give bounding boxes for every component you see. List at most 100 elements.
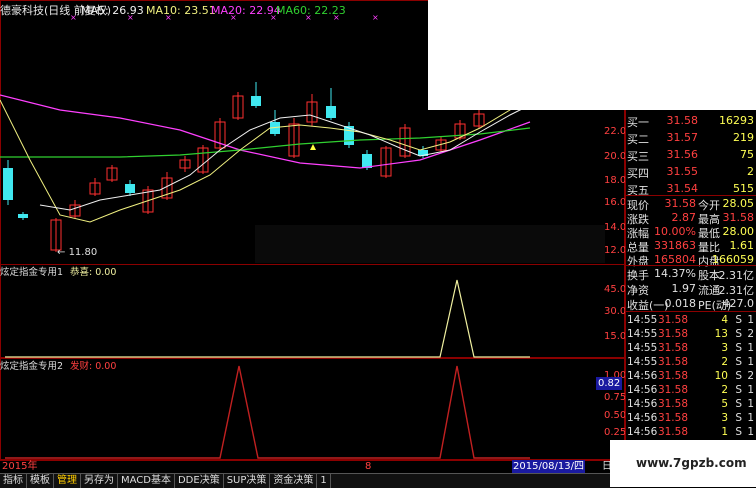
order-price: 31.58 [666, 114, 699, 127]
bottom-tab-0[interactable]: 指标 [0, 474, 27, 488]
tick-side: S [735, 314, 742, 326]
tick-count: 2 [747, 370, 754, 382]
indicator2-chart[interactable] [0, 358, 625, 460]
tick-row: 14:55 31.58 13 S 2 [625, 327, 756, 341]
order-volume: 2 [747, 165, 754, 178]
tick-volume: 1 [721, 426, 728, 438]
order-label: 买二 [627, 133, 649, 146]
bottom-tab-bar: 指标 模板 管理 另存为 MACD基本 DDE决策 SUP决策 资金决策 1 [0, 473, 620, 488]
top-marker-7: × [372, 13, 379, 22]
order-volume: 75 [740, 148, 754, 161]
stat-value: 14.37% [654, 267, 696, 280]
ma10-label: MA10: 23.51 [146, 4, 216, 17]
order-price: 31.57 [666, 131, 699, 144]
bottom-tab-2[interactable]: 管理 [54, 474, 81, 488]
order-volume: 515 [733, 182, 754, 195]
ma10-line [0, 94, 531, 223]
ma60-label: MA60: 22.23 [276, 4, 346, 17]
order-book-row: 买二 31.57 219 [625, 129, 756, 146]
time-axis-mid: 8 [365, 461, 372, 472]
time-axis-start: 2015年 [2, 461, 38, 472]
stat-value: 0.018 [664, 297, 697, 310]
tick-row: 14:56 31.58 3 S 1 [625, 411, 756, 425]
time-axis-cursor-date: 2015/08/13/四 [512, 460, 586, 473]
tick-volume: 4 [721, 314, 728, 326]
bottom-tab-8[interactable]: 1 [317, 474, 331, 488]
tick-count: 1 [747, 426, 754, 438]
tick-side: S [735, 356, 742, 368]
tick-time: 14:55 [627, 356, 658, 368]
tick-volume: 3 [721, 342, 728, 354]
ma5-label: MA5: 26.93 [81, 4, 144, 17]
tick-count: 2 [747, 328, 754, 340]
indicator2-line [5, 365, 530, 459]
tick-count: 1 [747, 384, 754, 396]
tick-count: 1 [747, 398, 754, 410]
tick-volume: 13 [714, 328, 728, 340]
bottom-tab-5[interactable]: DDE决策 [175, 474, 224, 488]
order-book-row: 买一 31.58 16293 [625, 112, 756, 129]
tick-side: S [735, 398, 742, 410]
tick-row: 14:55 31.58 2 S 1 [625, 355, 756, 369]
low-price-label: ← 11.80 [57, 247, 98, 258]
watermark-text: www.7gpzb.com [636, 456, 747, 470]
tick-time: 14:56 [627, 412, 658, 424]
bottom-tab-3[interactable]: 另存为 [81, 474, 118, 488]
tick-price: 31.58 [657, 342, 688, 354]
tick-time: 14:55 [627, 342, 658, 354]
stat-value-2: 427.0 [722, 297, 755, 310]
tick-volume: 10 [714, 370, 728, 382]
bottom-tab-1[interactable]: 模板 [27, 474, 54, 488]
tick-side: S [735, 342, 742, 354]
order-label: 买一 [627, 116, 649, 129]
tick-count: 1 [747, 342, 754, 354]
ma20-label: MA20: 22.94 [211, 4, 281, 17]
order-price: 31.56 [666, 148, 699, 161]
tick-time: 14:55 [627, 314, 658, 326]
ma60-line [0, 127, 531, 158]
order-label: 买四 [627, 167, 649, 180]
blank-region [428, 0, 756, 110]
bottom-tab-7[interactable]: 资金决策 [270, 474, 318, 488]
stat-row: 收益(一) 0.018 PE(动) 427.0 [625, 295, 756, 312]
tick-price: 31.58 [657, 370, 688, 382]
tick-time: 14:56 [627, 398, 658, 410]
order-book-row: 买四 31.55 2 [625, 163, 756, 180]
bottom-tab-4[interactable]: MACD基本 [118, 474, 175, 488]
tick-row: 14:56 31.58 1 S 1 [625, 425, 756, 439]
tick-row: 14:56 31.58 2 S 1 [625, 383, 756, 397]
candle-body-17 [326, 106, 336, 118]
tick-row: 14:56 31.58 5 S 1 [625, 397, 756, 411]
indicator1-series-label: 恭喜: 0.00 [70, 267, 117, 278]
tick-count: 1 [747, 412, 754, 424]
tick-side: S [735, 412, 742, 424]
order-volume: 219 [733, 131, 754, 144]
tick-volume: 2 [721, 384, 728, 396]
candle-body-6 [125, 184, 135, 193]
indicator2-title: 炫定指金专用2 [0, 361, 64, 372]
order-book-row: 买三 31.56 75 [625, 146, 756, 163]
candle-body-19 [362, 154, 372, 168]
tick-time: 14:56 [627, 370, 658, 382]
tick-price: 31.58 [657, 384, 688, 396]
order-price: 31.54 [666, 182, 699, 195]
indicator1-line [5, 279, 530, 358]
info-overlay [255, 225, 605, 263]
tick-price: 31.58 [657, 328, 688, 340]
indicator2-axis-050: 0.50 [604, 410, 627, 421]
candle-body-1 [18, 214, 28, 218]
order-label: 买三 [627, 150, 649, 163]
indicator2-axis-075: 0.75 [604, 392, 627, 403]
tick-row: 14:55 31.58 3 S 1 [625, 341, 756, 355]
tick-row: 14:56 31.58 10 S 2 [625, 369, 756, 383]
bottom-tab-6[interactable]: SUP决策 [224, 474, 271, 488]
quote-divider-3 [625, 311, 756, 312]
tick-volume: 5 [721, 398, 728, 410]
tick-time: 14:55 [627, 328, 658, 340]
indicator1-title: 炫定指金专用1 [0, 267, 64, 278]
indicator2-axis-cursor: 0.82 [596, 377, 623, 390]
indicator2-series-label: 发财: 0.00 [70, 361, 117, 372]
order-price: 31.55 [666, 165, 699, 178]
stat-value: 1.97 [671, 282, 697, 295]
tick-side: S [735, 328, 742, 340]
